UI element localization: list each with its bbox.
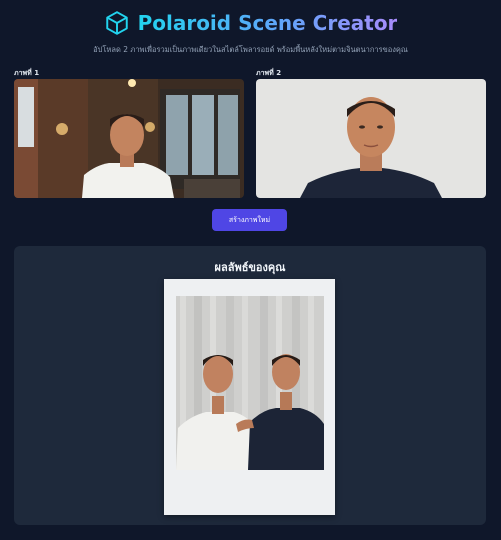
app-header: Polaroid Scene Creator อัปโหลด 2 ภาพเพื่… [0, 8, 501, 56]
uploaded-photo-1 [14, 79, 244, 198]
polaroid-frame [164, 279, 335, 515]
uploaded-photo-2 [256, 79, 486, 198]
result-title: ผลลัพธ์ของคุณ [214, 261, 286, 274]
upload-slot-2[interactable] [256, 79, 486, 198]
page-title: Polaroid Scene Creator [137, 11, 398, 35]
cube-icon [105, 11, 128, 35]
result-panel: ผลลัพธ์ของคุณ [14, 246, 486, 525]
result-photo [176, 296, 324, 470]
create-image-button[interactable]: สร้างภาพใหม่ [212, 209, 287, 231]
upload-slot-1[interactable] [14, 79, 244, 198]
title-row: Polaroid Scene Creator [0, 8, 501, 38]
result-photo-image [176, 296, 324, 470]
page-subtitle: อัปโหลด 2 ภาพเพื่อรวมเป็นภาพเดียวในสไตล์… [93, 45, 408, 54]
upload-label-2: ภาพที่ 2 [256, 69, 282, 77]
upload-label-1: ภาพที่ 1 [14, 69, 40, 77]
